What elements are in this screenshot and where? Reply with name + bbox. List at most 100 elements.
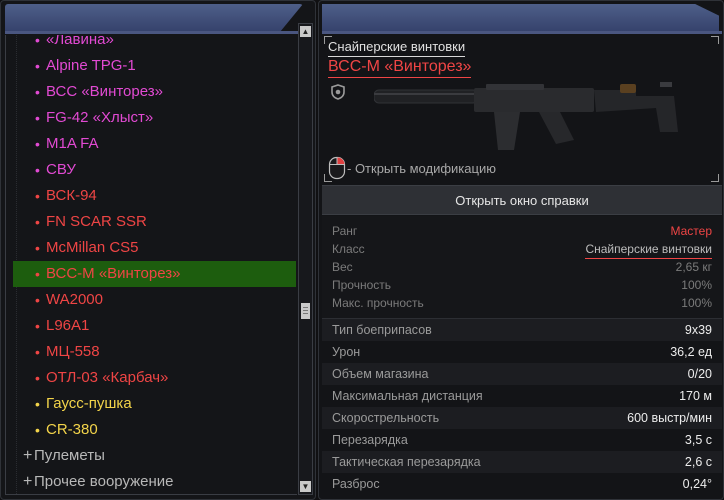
weapon-details-panel: Снайперские винтовки ВСС-М «Винторез» - … bbox=[318, 0, 724, 500]
shield-icon bbox=[331, 84, 345, 100]
list-item[interactable]: • WA2000 bbox=[6, 287, 296, 313]
info-label: Вес bbox=[332, 260, 353, 274]
bullet-icon: • bbox=[35, 292, 40, 308]
list-item-label: СВУ bbox=[46, 161, 76, 178]
info-label: Прочность bbox=[332, 278, 392, 292]
list-item[interactable]: • Alpine TPG-1 bbox=[6, 53, 296, 79]
class-value: Снайперские винтовки bbox=[585, 240, 712, 259]
scroll-down-button[interactable]: ▼ bbox=[300, 481, 311, 492]
property-label: Объем магазина bbox=[332, 367, 429, 381]
weight-value: 2,65 кг bbox=[675, 260, 712, 274]
expand-plus-icon: + bbox=[23, 473, 33, 490]
list-item-selected[interactable]: • ВСС-М «Винторез» bbox=[13, 261, 296, 287]
bullet-icon: • bbox=[35, 58, 40, 74]
bullet-icon: • bbox=[35, 344, 40, 360]
list-item[interactable]: • FG-42 «Хлыст» bbox=[6, 105, 296, 131]
weapon-list-panel: • «Лавина» • Alpine TPG-1 • ВСС «Винторез» … bbox=[0, 0, 316, 500]
group-other-weapons[interactable]: + Прочее вооружение bbox=[6, 469, 296, 494]
weapon-card: Снайперские винтовки ВСС-М «Винторез» - … bbox=[322, 34, 721, 184]
rank-value: Мастер bbox=[670, 224, 712, 238]
list-item[interactable]: • Гаусс-пушка bbox=[6, 391, 296, 417]
property-row: Тактическая перезарядка 2,6 с bbox=[322, 451, 722, 473]
list-item-label: L96A1 bbox=[46, 317, 90, 334]
info-row-class: Класс Снайперские винтовки bbox=[322, 240, 722, 259]
group-label: Прочее вооружение bbox=[34, 473, 174, 490]
list-header bbox=[5, 4, 303, 33]
list-item-label: McMillan CS5 bbox=[46, 239, 139, 256]
bullet-icon: • bbox=[35, 240, 40, 256]
info-row-durability: Прочность 100% bbox=[322, 276, 722, 294]
list-item[interactable]: • McMillan CS5 bbox=[6, 235, 296, 261]
info-label: Ранг bbox=[332, 224, 358, 238]
weapon-list: • «Лавина» • Alpine TPG-1 • ВСС «Винторез» … bbox=[6, 35, 296, 494]
details-header bbox=[322, 4, 719, 33]
info-label: Класс bbox=[332, 242, 365, 256]
bullet-icon: • bbox=[35, 188, 40, 204]
expand-plus-icon: + bbox=[23, 447, 33, 464]
property-value: 9x39 bbox=[684, 323, 712, 337]
list-item[interactable]: • ВСС «Винторез» bbox=[6, 79, 296, 105]
list-item-label: M1A FA bbox=[46, 135, 99, 152]
list-item[interactable]: • ОТЛ-03 «Карбач» bbox=[6, 365, 296, 391]
property-row: Урон 36,2 ед bbox=[322, 341, 722, 363]
bullet-icon: • bbox=[35, 370, 40, 386]
weapon-info: Ранг Мастер Класс Снайперские винтовки В… bbox=[322, 216, 722, 318]
property-value: 170 м bbox=[679, 389, 712, 403]
bullet-icon: • bbox=[35, 84, 40, 100]
list-item-label: МЦ-558 bbox=[46, 343, 100, 360]
card-corner bbox=[711, 36, 719, 44]
list-item-label: Гаусс-пушка bbox=[46, 395, 132, 412]
property-row: Объем магазина 0/20 bbox=[322, 363, 722, 385]
property-row: Перезарядка 3,5 с bbox=[322, 429, 722, 451]
list-item[interactable]: • CR-380 bbox=[6, 417, 296, 443]
list-item-label: CR-380 bbox=[46, 421, 98, 438]
list-item[interactable]: • СВУ bbox=[6, 157, 296, 183]
property-label: Урон bbox=[332, 345, 361, 359]
bullet-icon: • bbox=[35, 266, 40, 282]
property-value: 0,24° bbox=[682, 477, 712, 491]
list-item[interactable]: • FN SCAR SSR bbox=[6, 209, 296, 235]
list-scrollbar[interactable]: ▲ ▼ bbox=[298, 23, 313, 495]
info-row-rank: Ранг Мастер bbox=[322, 222, 722, 240]
list-item[interactable]: • МЦ-558 bbox=[6, 339, 296, 365]
group-machine-guns[interactable]: + Пулеметы bbox=[6, 443, 296, 469]
durability-value: 100% bbox=[681, 278, 712, 292]
list-item[interactable]: • M1A FA bbox=[6, 131, 296, 157]
list-item[interactable]: • L96A1 bbox=[6, 313, 296, 339]
list-item[interactable]: • ВСК-94 bbox=[6, 183, 296, 209]
property-value: 2,6 с bbox=[684, 455, 712, 469]
property-row: Скорострельность 600 выстр/мин bbox=[322, 407, 722, 429]
bullet-icon: • bbox=[35, 136, 40, 152]
group-label: Пулеметы bbox=[34, 447, 105, 464]
info-row-max-durability: Макс. прочность 100% bbox=[322, 294, 722, 312]
bullet-icon: • bbox=[35, 110, 40, 126]
bullet-icon: • bbox=[35, 162, 40, 178]
bullet-icon: • bbox=[35, 422, 40, 438]
scroll-up-button[interactable]: ▲ bbox=[300, 26, 311, 37]
info-row-weight: Вес 2,65 кг bbox=[322, 258, 722, 276]
bullet-icon: • bbox=[35, 35, 40, 48]
weapon-image[interactable] bbox=[374, 74, 684, 154]
weapon-tree: • «Лавина» • Alpine TPG-1 • ВСС «Винторез» … bbox=[5, 35, 297, 495]
property-label: Разброс bbox=[332, 477, 380, 491]
list-item[interactable]: • «Лавина» bbox=[6, 35, 296, 53]
property-label: Тактическая перезарядка bbox=[332, 455, 481, 469]
property-row: Разброс 0,24° bbox=[322, 473, 722, 495]
property-label: Максимальная дистанция bbox=[332, 389, 483, 403]
open-help-button[interactable]: Открыть окно справки bbox=[322, 185, 722, 215]
property-row: Тип боеприпасов 9x39 bbox=[322, 319, 722, 341]
bullet-icon: • bbox=[35, 396, 40, 412]
property-value: 600 выстр/мин bbox=[627, 411, 712, 425]
scroll-thumb[interactable] bbox=[301, 303, 310, 319]
info-label: Макс. прочность bbox=[332, 296, 424, 310]
open-modification-hint: - Открыть модификацию bbox=[347, 161, 496, 176]
property-value: 3,5 с bbox=[684, 433, 712, 447]
list-header-bar bbox=[5, 31, 313, 34]
weapon-properties: Тип боеприпасов 9x39 Урон 36,2 ед Объем … bbox=[322, 319, 722, 497]
bullet-icon: • bbox=[35, 214, 40, 230]
list-item-label: FG-42 «Хлыст» bbox=[46, 109, 154, 126]
list-item-label: FN SCAR SSR bbox=[46, 213, 147, 230]
bullet-icon: • bbox=[35, 318, 40, 334]
list-item-label: ВСС-М «Винторез» bbox=[46, 265, 181, 282]
mouse-icon bbox=[328, 156, 346, 180]
